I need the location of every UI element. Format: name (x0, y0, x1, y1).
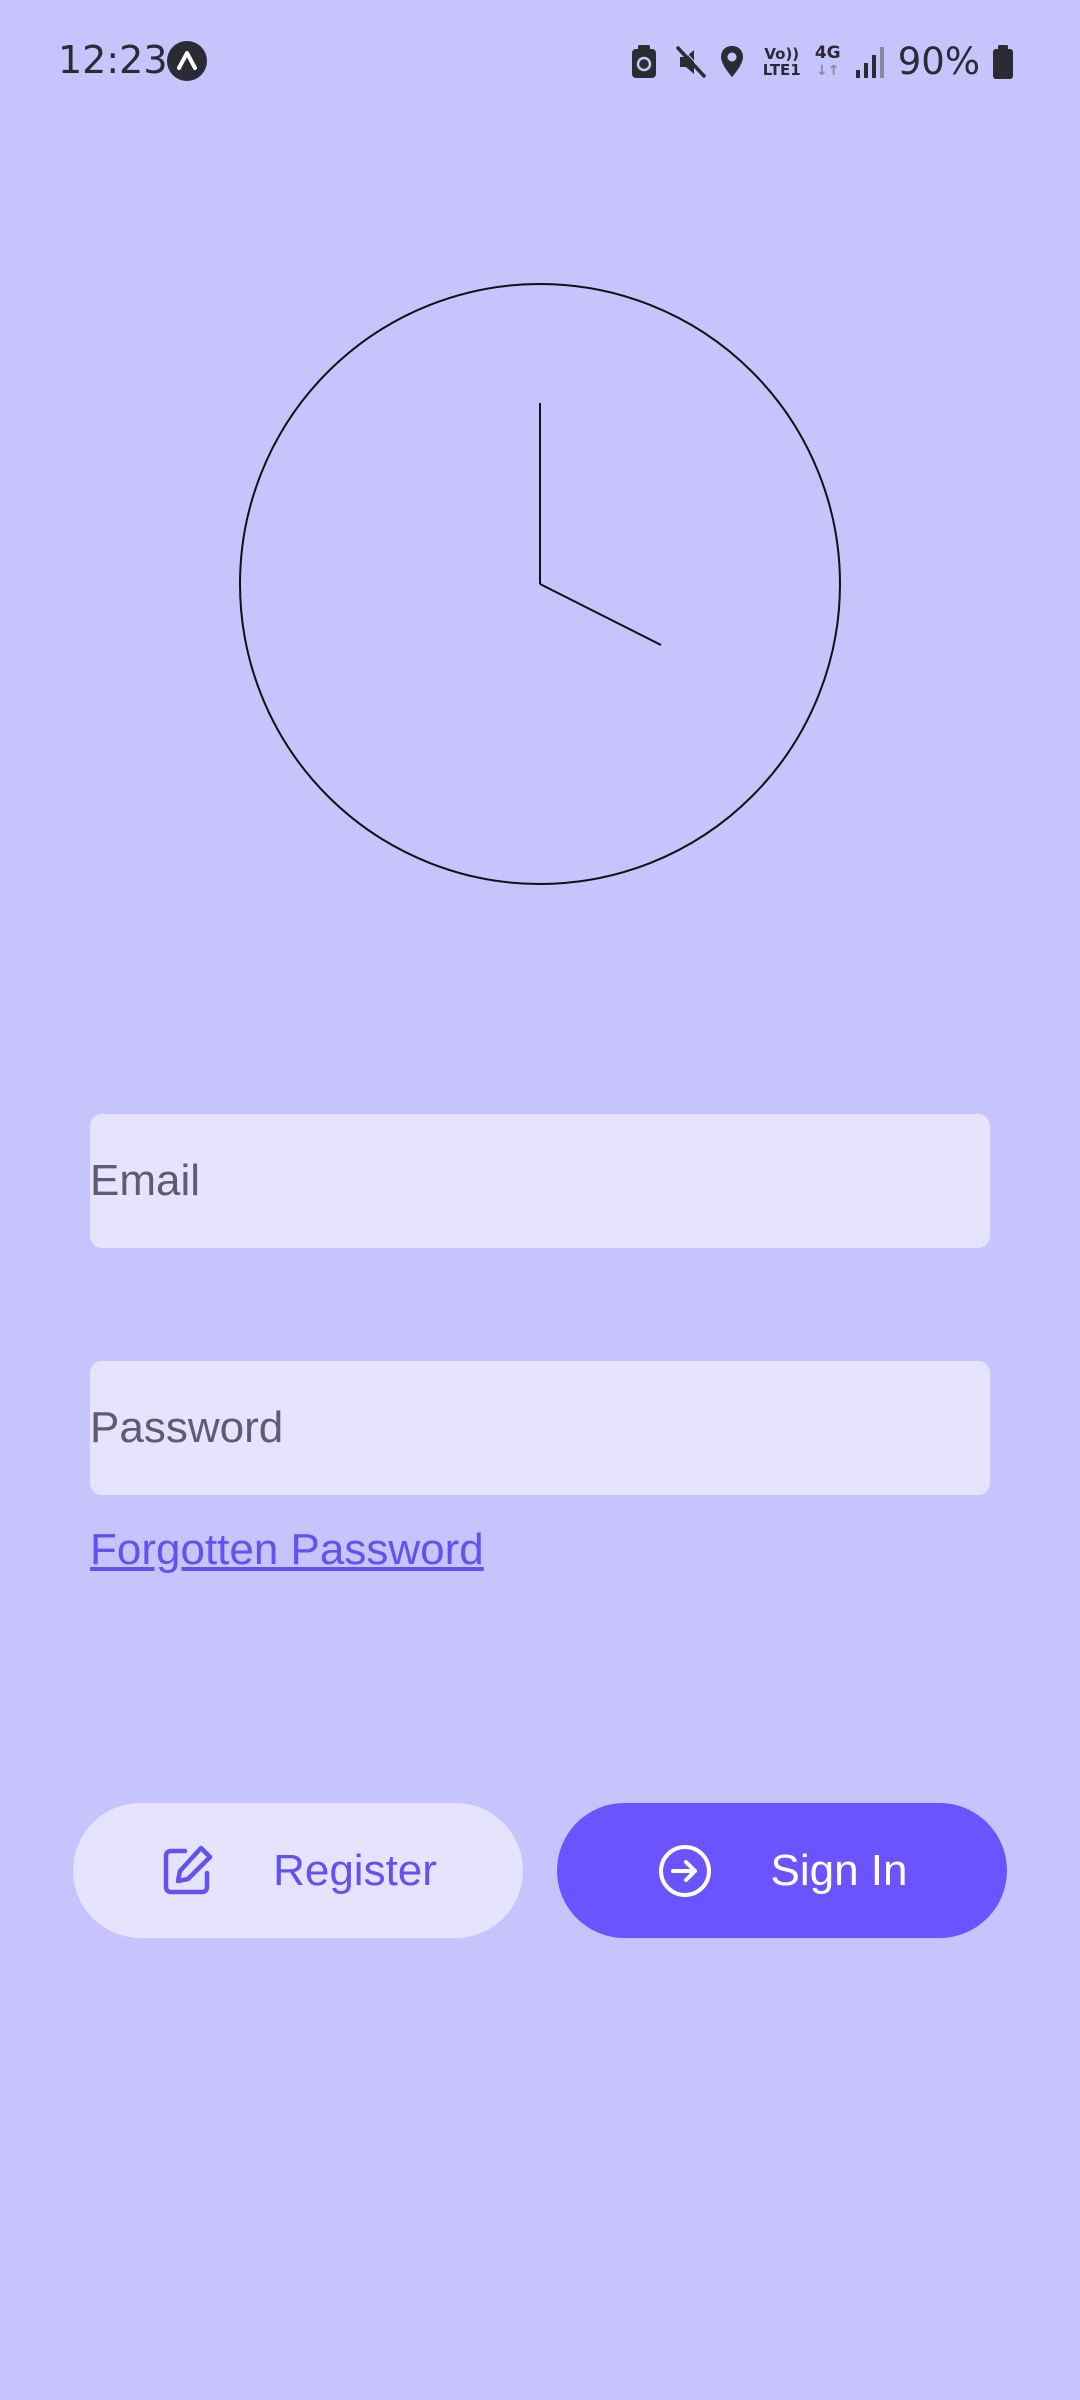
register-button[interactable]: Register (73, 1803, 523, 1938)
mute-icon (674, 44, 707, 80)
location-icon (718, 44, 750, 80)
volte-indicator: Vo)) LTE1 (762, 46, 802, 78)
clock-hour-hand (539, 583, 662, 646)
clock-icon (238, 282, 842, 886)
data-activity-arrows: ↓↑ (816, 63, 840, 79)
signal-strength-icon (854, 44, 886, 80)
status-bar: 12:23 Vo)) LTE1 4G ↓↑ 90% (0, 0, 1080, 120)
password-field[interactable] (90, 1361, 990, 1495)
email-field[interactable] (90, 1114, 990, 1248)
arrow-right-circle-icon (657, 1843, 713, 1899)
network-type-indicator: 4G ↓↑ (814, 44, 842, 80)
status-time: 12:23 (58, 38, 168, 82)
launcher-icon (167, 41, 207, 81)
volte-line1: Vo)) (764, 45, 800, 63)
edit-icon (159, 1843, 215, 1899)
status-icons: Vo)) LTE1 4G ↓↑ 90% (630, 38, 1014, 86)
battery-icon (992, 44, 1014, 80)
register-label: Register (273, 1845, 437, 1895)
sign-in-label: Sign In (770, 1845, 908, 1895)
battery-percent: 90% (897, 40, 980, 83)
sign-in-button[interactable]: Sign In (557, 1803, 1007, 1938)
volte-line2: LTE1 (762, 61, 801, 79)
network-type-label: 4G (814, 43, 841, 63)
battery-saver-icon (630, 44, 662, 80)
forgot-password-link[interactable]: Forgotten Password (90, 1524, 484, 1576)
